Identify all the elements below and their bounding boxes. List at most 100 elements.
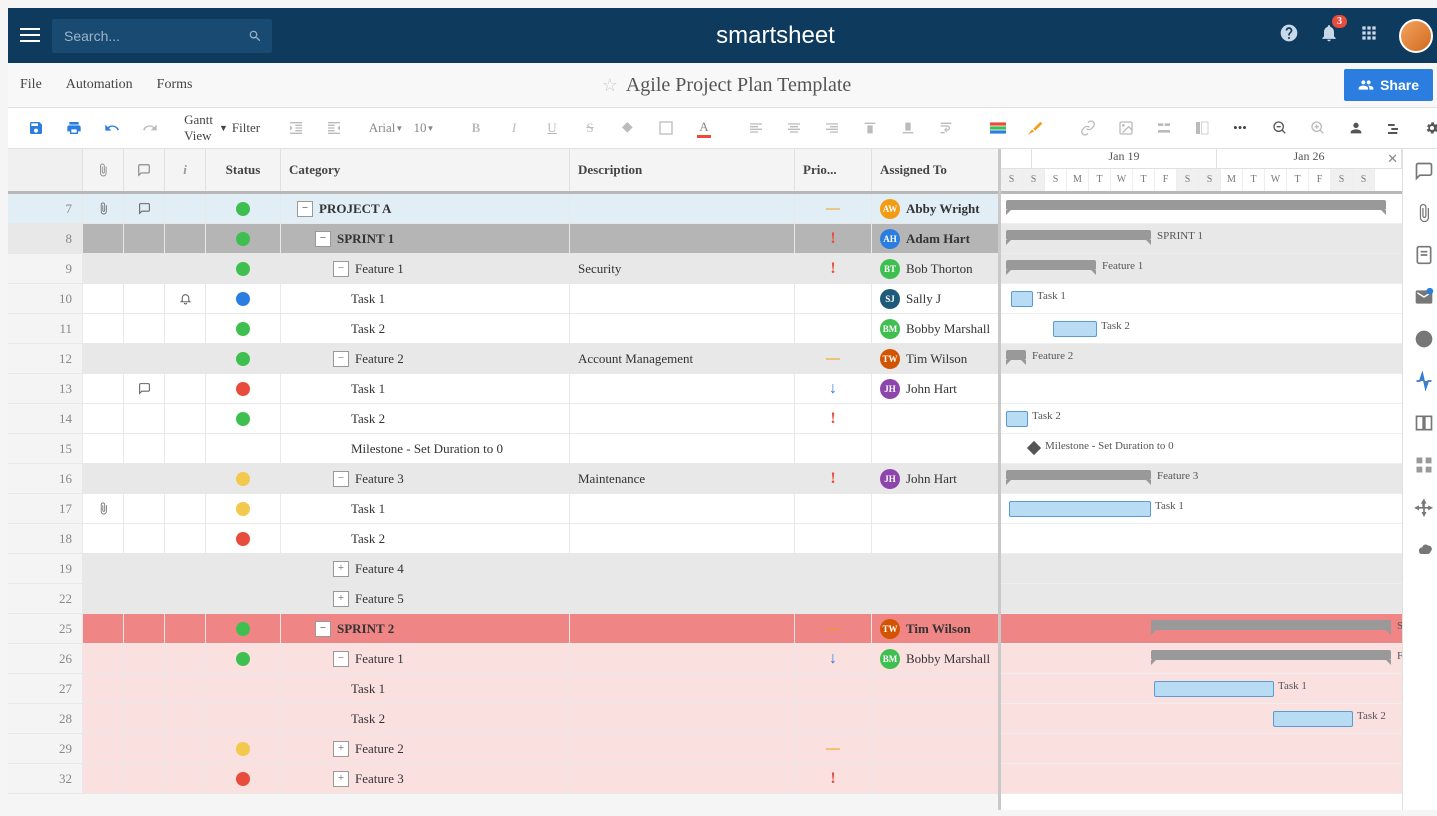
status-cell[interactable]	[206, 734, 281, 763]
zoom-in-button[interactable]	[1300, 114, 1336, 142]
favorite-icon[interactable]: ☆	[602, 75, 618, 96]
merge-button[interactable]	[1146, 114, 1182, 142]
comment-cell[interactable]	[124, 554, 165, 583]
comment-cell[interactable]	[124, 644, 165, 673]
priority-cell[interactable]	[795, 434, 872, 463]
gantt-row[interactable]: Task 2	[1001, 314, 1402, 344]
row-number[interactable]: 25	[8, 614, 83, 643]
info-cell[interactable]	[165, 704, 206, 733]
attach-cell[interactable]	[83, 584, 124, 613]
gantt-row[interactable]	[1001, 584, 1402, 614]
desc-cell[interactable]	[570, 224, 795, 253]
priority-cell[interactable]: ―	[795, 734, 872, 763]
gantt-row[interactable]	[1001, 764, 1402, 794]
attach-cell[interactable]	[83, 674, 124, 703]
assigned-cell[interactable]	[872, 494, 998, 523]
assigned-cell[interactable]: BMBobby Marshall	[872, 644, 998, 673]
status-cell[interactable]	[206, 644, 281, 673]
highlight-button[interactable]	[1018, 114, 1054, 142]
priority-cell[interactable]	[795, 554, 872, 583]
notifications-icon[interactable]: 3	[1319, 23, 1339, 48]
assigned-cell[interactable]: SJSally J	[872, 284, 998, 313]
row-number[interactable]: 32	[8, 764, 83, 793]
col-category[interactable]: Category	[281, 149, 570, 191]
comment-cell[interactable]	[124, 704, 165, 733]
help-icon[interactable]	[1279, 23, 1299, 48]
info-cell[interactable]	[165, 314, 206, 343]
assigned-cell[interactable]: TWTim Wilson	[872, 614, 998, 643]
attach-cell[interactable]	[83, 404, 124, 433]
assigned-cell[interactable]: AHAdam Hart	[872, 224, 998, 253]
desc-cell[interactable]	[570, 494, 795, 523]
gantt-row[interactable]: Task 1	[1001, 284, 1402, 314]
gantt-row[interactable]: Feature 2	[1001, 344, 1402, 374]
gantt-row[interactable]	[1001, 524, 1402, 554]
gantt-summary-bar[interactable]	[1151, 650, 1391, 660]
desc-cell[interactable]	[570, 764, 795, 793]
indent-button[interactable]	[316, 114, 352, 142]
priority-cell[interactable]: !	[795, 764, 872, 793]
priority-cell[interactable]: !	[795, 224, 872, 253]
priority-cell[interactable]	[795, 704, 872, 733]
table-row[interactable]: 8−SPRINT 1!AHAdam Hart5d	[8, 224, 998, 254]
priority-cell[interactable]	[795, 584, 872, 613]
image-button[interactable]	[1108, 114, 1144, 142]
attach-cell[interactable]	[83, 254, 124, 283]
print-button[interactable]	[56, 114, 92, 142]
status-cell[interactable]	[206, 374, 281, 403]
expand-icon[interactable]: +	[333, 771, 349, 787]
table-row[interactable]: 26−Feature 1↓BMBobby Marshall6d	[8, 644, 998, 674]
gantt-row[interactable]: Featu	[1001, 644, 1402, 674]
attach-cell[interactable]	[83, 344, 124, 373]
info-cell[interactable]	[165, 434, 206, 463]
assigned-cell[interactable]	[872, 764, 998, 793]
align-center-button[interactable]	[776, 114, 812, 142]
grid-rows[interactable]: 7−PROJECT A―AWAbby Wright13d8−SPRINT 1!A…	[8, 194, 998, 794]
table-row[interactable]: 19+Feature 4	[8, 554, 998, 584]
format-panel-icon[interactable]	[1414, 455, 1434, 475]
expand-icon[interactable]: −	[333, 261, 349, 277]
table-row[interactable]: 17Task 15d	[8, 494, 998, 524]
attach-cell[interactable]	[83, 464, 124, 493]
gantt-row[interactable]	[1001, 374, 1402, 404]
attach-cell[interactable]	[83, 224, 124, 253]
salesforce-icon[interactable]	[1414, 539, 1434, 559]
assign-view-button[interactable]	[1338, 114, 1374, 142]
priority-cell[interactable]: ―	[795, 614, 872, 643]
category-cell-wrap[interactable]: −Feature 1	[281, 254, 570, 283]
attach-cell[interactable]	[83, 704, 124, 733]
row-number[interactable]: 14	[8, 404, 83, 433]
italic-button[interactable]: I	[496, 114, 532, 142]
gantt-summary-bar[interactable]	[1006, 200, 1386, 210]
search-box[interactable]	[52, 19, 272, 53]
comments-panel-icon[interactable]	[1414, 161, 1434, 181]
category-cell-wrap[interactable]: Task 2	[281, 704, 570, 733]
gantt-row[interactable]: Feature 1	[1001, 254, 1402, 284]
zoom-out-button[interactable]	[1262, 114, 1298, 142]
gantt-summary-bar[interactable]	[1006, 230, 1151, 240]
info-cell[interactable]	[165, 614, 206, 643]
comment-cell[interactable]	[124, 674, 165, 703]
desc-cell[interactable]	[570, 284, 795, 313]
info-cell[interactable]	[165, 224, 206, 253]
gantt-row[interactable]: SPRINT 1	[1001, 224, 1402, 254]
attach-cell[interactable]	[83, 494, 124, 523]
row-number[interactable]: 18	[8, 524, 83, 553]
col-assigned[interactable]: Assigned To	[872, 149, 998, 191]
status-cell[interactable]	[206, 194, 281, 223]
status-cell[interactable]	[206, 464, 281, 493]
comment-cell[interactable]	[124, 434, 165, 463]
category-cell-wrap[interactable]: −Feature 3	[281, 464, 570, 493]
table-row[interactable]: 15Milestone - Set Duration to 00	[8, 434, 998, 464]
status-cell[interactable]	[206, 614, 281, 643]
priority-cell[interactable]	[795, 284, 872, 313]
desc-cell[interactable]	[570, 194, 795, 223]
comment-cell[interactable]	[124, 284, 165, 313]
status-cell[interactable]	[206, 704, 281, 733]
attach-cell[interactable]	[83, 524, 124, 553]
row-number[interactable]: 7	[8, 194, 83, 223]
category-cell-wrap[interactable]: −PROJECT A	[281, 194, 570, 223]
gantt-summary-bar[interactable]	[1006, 260, 1096, 270]
comment-cell[interactable]	[124, 584, 165, 613]
search-input[interactable]	[62, 27, 248, 45]
